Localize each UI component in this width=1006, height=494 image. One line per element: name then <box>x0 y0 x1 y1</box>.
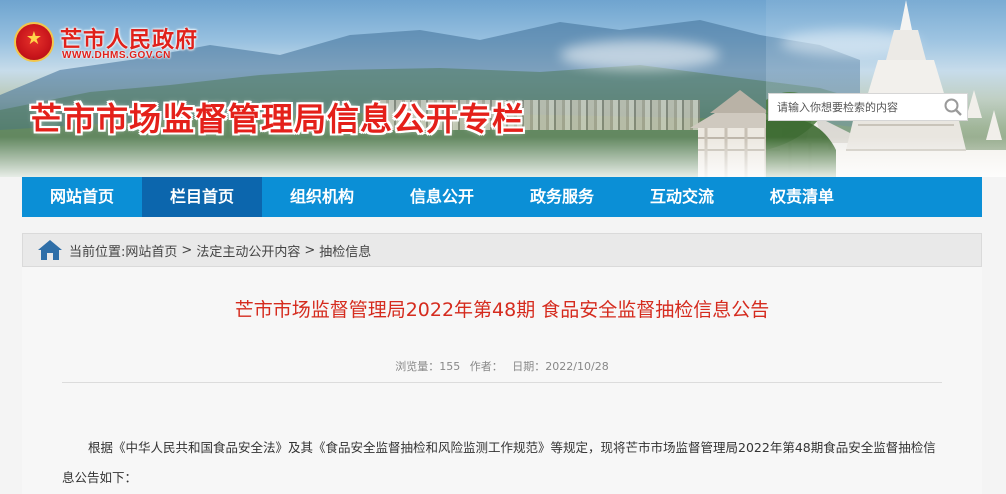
nav-item-responsibility-list[interactable]: 权责清单 <box>742 177 862 217</box>
national-emblem-icon <box>14 22 54 62</box>
view-count: 浏览量：155 <box>395 360 461 373</box>
breadcrumb-separator: > <box>181 242 193 258</box>
banner-fade <box>0 137 1006 177</box>
breadcrumb-inspection[interactable]: 抽检信息 <box>319 241 371 260</box>
search-icon[interactable] <box>943 97 963 117</box>
nav-item-home[interactable]: 网站首页 <box>22 177 142 217</box>
breadcrumb-separator: > <box>304 242 316 258</box>
main-nav: 网站首页 栏目首页 组织机构 信息公开 政务服务 互动交流 权责清单 <box>22 177 982 217</box>
header-banner: 芒市人民政府 WWW.DHMS.GOV.CN 芒市市场监督管理局信息公开专栏 <box>0 0 1006 177</box>
home-icon <box>38 240 62 260</box>
breadcrumb-prefix: 当前位置: <box>69 244 126 260</box>
author: 作者： <box>469 360 503 373</box>
article-title: 芒市市场监督管理局2022年第48期 食品安全监督抽检信息公告 <box>234 299 770 321</box>
search-input[interactable] <box>769 94 939 120</box>
publish-date: 日期：2022/10/28 <box>512 360 609 373</box>
divider <box>62 382 942 383</box>
article-meta: 浏览量：155 作者： 日期：2022/10/28 <box>22 358 982 374</box>
nav-item-info-disclosure[interactable]: 信息公开 <box>382 177 502 217</box>
article-body: 根据《中华人民共和国食品安全法》及其《食品安全监督抽检和风险监测工作规范》等规定… <box>62 440 936 485</box>
nav-item-gov-services[interactable]: 政务服务 <box>502 177 622 217</box>
breadcrumb-disclosure[interactable]: 法定主动公开内容 <box>196 241 300 260</box>
gov-url[interactable]: WWW.DHMS.GOV.CN <box>62 50 171 61</box>
search-box <box>768 93 968 121</box>
site-title: 芒市市场监督管理局信息公开专栏 <box>30 100 526 138</box>
nav-item-interaction[interactable]: 互动交流 <box>622 177 742 217</box>
cloud <box>560 40 720 70</box>
breadcrumb-home[interactable]: 网站首页 <box>125 241 177 260</box>
nav-item-column-home[interactable]: 栏目首页 <box>142 177 262 217</box>
nav-item-organization[interactable]: 组织机构 <box>262 177 382 217</box>
breadcrumb: 当前位置: 网站首页 > 法定主动公开内容 > 抽检信息 <box>22 233 982 267</box>
article: 芒市市场监督管理局2022年第48期 食品安全监督抽检信息公告 浏览量：155 … <box>22 267 982 494</box>
